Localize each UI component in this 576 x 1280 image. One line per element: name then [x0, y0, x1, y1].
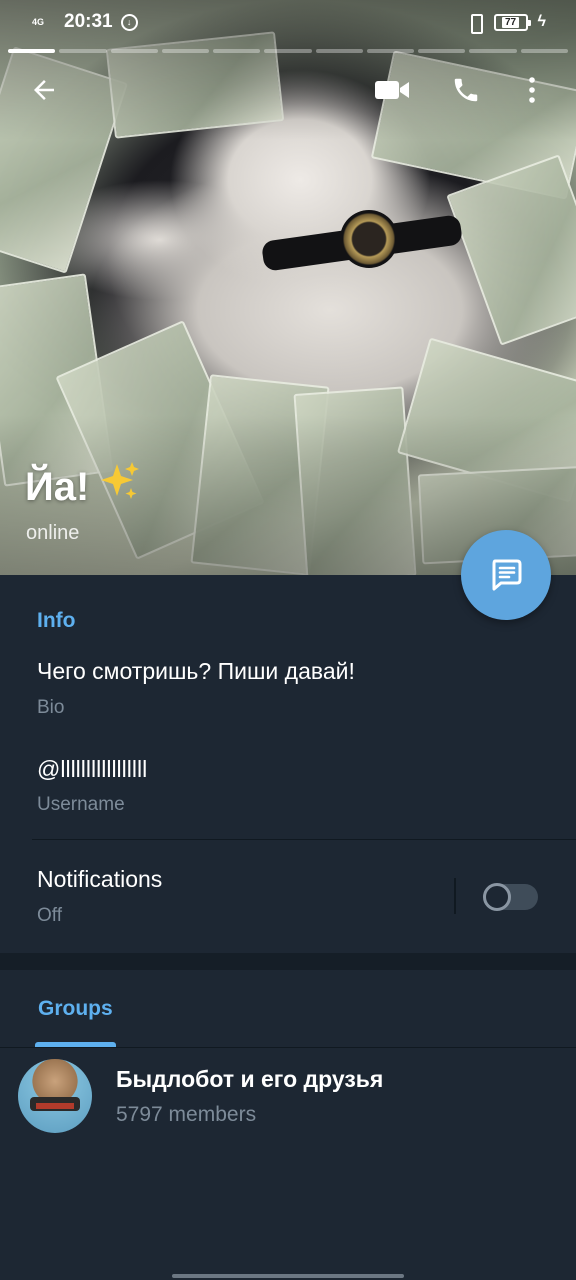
battery-icon: 77 — [493, 13, 531, 31]
photo-progress-segment — [520, 49, 568, 53]
photo-progress-segment — [264, 49, 312, 53]
bio-value[interactable]: Чего смотришь? Пиши давай! — [37, 658, 355, 685]
tabs-divider — [0, 1047, 576, 1048]
profile-toolbar — [0, 62, 576, 118]
video-call-button[interactable] — [366, 64, 418, 116]
profile-name: Йа! — [25, 460, 141, 514]
photo-progress-segment — [59, 49, 107, 53]
photo-bill — [446, 154, 576, 346]
notifications-state: Off — [37, 905, 62, 926]
toggle-knob — [483, 883, 511, 911]
call-button[interactable] — [440, 64, 492, 116]
tab-groups[interactable]: Groups — [38, 997, 113, 1021]
photo-watch-face — [340, 210, 398, 268]
photo-progress-segment — [110, 49, 158, 53]
photo-progress-segment — [161, 49, 210, 53]
data-saver-icon: ↓ — [120, 13, 138, 31]
group-list-item[interactable]: Быдлобот и его друзья 5797 members — [0, 1056, 576, 1140]
send-message-button[interactable] — [461, 530, 551, 620]
more-button[interactable] — [506, 64, 558, 116]
username-value[interactable]: @lllllllllllllllll — [37, 756, 147, 783]
photo-progress-segment — [418, 49, 466, 53]
battery-level: 77 — [501, 16, 520, 28]
divider — [32, 839, 576, 840]
group-name: Быдлобот и его друзья — [116, 1066, 384, 1092]
group-members-count: 5797 members — [116, 1103, 257, 1126]
home-indicator[interactable] — [172, 1274, 404, 1278]
group-avatar — [18, 1059, 92, 1133]
charging-icon: ϟ — [537, 13, 546, 30]
more-vertical-icon — [529, 77, 535, 103]
groups-section: Groups Быдлобот и его друзья 5797 member… — [0, 970, 576, 1280]
clock: 20:31 — [64, 11, 113, 32]
vertical-divider — [454, 878, 456, 914]
photo-progress-segment — [469, 49, 517, 53]
photo-progress-segment — [366, 49, 415, 53]
notifications-toggle[interactable] — [483, 883, 538, 911]
info-section: Info Чего смотришь? Пиши давай! Bio @lll… — [0, 575, 576, 953]
vibrate-icon — [466, 13, 484, 34]
username-label: Username — [37, 794, 125, 815]
notifications-title[interactable]: Notifications — [37, 866, 162, 893]
profile-name-text: Йа! — [25, 464, 90, 509]
online-status: online — [26, 522, 80, 544]
video-camera-icon — [375, 81, 409, 99]
photo-progress-segment — [315, 49, 363, 53]
status-bar: 4G 20:31 ↓ 77 ϟ — [0, 0, 576, 44]
section-separator — [0, 953, 576, 970]
photo-progress-segment — [8, 49, 56, 53]
message-icon — [492, 559, 522, 591]
phone-icon — [454, 78, 478, 102]
bio-label: Bio — [37, 697, 65, 718]
network-indicator: 4G — [32, 16, 45, 27]
info-section-title: Info — [37, 609, 76, 632]
sparkles-emoji — [97, 460, 141, 514]
arrow-left-icon — [34, 80, 54, 100]
photo-progress-bars — [8, 49, 568, 53]
photo-progress-segment — [213, 49, 261, 53]
back-button[interactable] — [18, 64, 70, 116]
